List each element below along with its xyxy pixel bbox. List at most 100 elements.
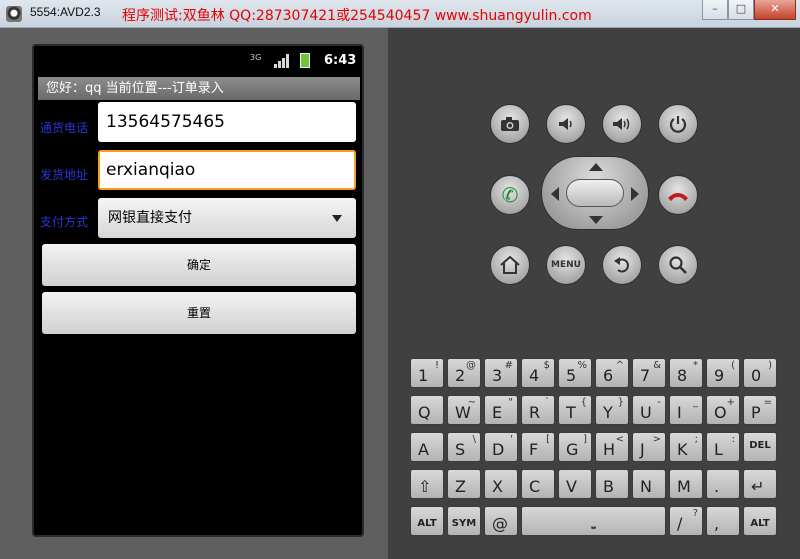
key-label: F	[529, 440, 539, 459]
key-del[interactable]: DEL	[743, 432, 777, 462]
key-w[interactable]: W ~	[447, 395, 481, 425]
end-call-button[interactable]	[658, 175, 698, 215]
key-alt-label: ~	[467, 397, 476, 408]
key-h[interactable]: H <	[595, 432, 629, 462]
maximize-button[interactable]: □	[728, 0, 754, 20]
volume-down-icon	[559, 118, 572, 130]
key-y[interactable]: Y}	[595, 395, 629, 425]
key-sym8629[interactable]: ↵	[743, 469, 777, 499]
key-alt-right[interactable]: ALT	[743, 506, 777, 536]
key-v[interactable]: V	[558, 469, 592, 499]
dpad-right-icon[interactable]	[631, 187, 639, 201]
key-r[interactable]: R `	[521, 395, 555, 425]
key-comma[interactable]: ,	[706, 506, 740, 536]
window-title: 5554:AVD2.3	[30, 5, 101, 19]
dpad-down-icon[interactable]	[589, 216, 603, 224]
key-label: U	[640, 403, 652, 422]
key-label: .	[714, 477, 720, 496]
camera-icon	[501, 117, 519, 131]
key-alt-left[interactable]: ALT	[410, 506, 444, 536]
key-6[interactable]: 6 ^	[595, 358, 629, 388]
home-icon	[500, 255, 520, 274]
dpad-left-icon[interactable]	[551, 187, 559, 201]
back-button[interactable]	[602, 245, 642, 285]
key-sym8679[interactable]: ⇧	[410, 469, 444, 499]
key-z[interactable]: Z	[447, 469, 481, 499]
key-n[interactable]: N	[632, 469, 666, 499]
key-alt-label: "	[508, 397, 513, 408]
key-4[interactable]: 4 $	[521, 358, 555, 388]
key-at[interactable]: @	[484, 506, 518, 536]
key-e[interactable]: E "	[484, 395, 518, 425]
payment-select[interactable]: 网银直接支付	[98, 198, 356, 238]
key-7[interactable]: 7 &	[632, 358, 666, 388]
key-slash[interactable]: /?	[669, 506, 703, 536]
key-label: S	[455, 440, 466, 459]
search-icon	[669, 256, 687, 274]
key-m[interactable]: M	[669, 469, 703, 499]
key-o[interactable]: O +	[706, 395, 740, 425]
key-f[interactable]: F[	[521, 432, 555, 462]
key-label: Z	[455, 477, 466, 496]
power-button[interactable]	[658, 104, 698, 144]
key-label: D	[492, 440, 505, 459]
battery-icon	[300, 53, 310, 68]
key-j[interactable]: J >	[632, 432, 666, 462]
key-0[interactable]: 0)	[743, 358, 777, 388]
key-2[interactable]: 2 @	[447, 358, 481, 388]
key-alt-label: !	[434, 360, 439, 371]
key-label: X	[492, 477, 503, 496]
app-icon	[6, 6, 22, 22]
key-x[interactable]: X	[484, 469, 518, 499]
volume-up-icon	[613, 118, 630, 130]
reset-button[interactable]: 重置	[42, 292, 356, 334]
key-alt-label: #	[504, 360, 513, 371]
phone-input[interactable]: 13564575465	[98, 102, 356, 142]
key-label: 6	[603, 366, 614, 385]
key-9[interactable]: 9(	[706, 358, 740, 388]
key-alt-label: :	[731, 434, 735, 445]
address-input[interactable]: erxianqiao	[98, 150, 356, 190]
key-q[interactable]: Q	[410, 395, 444, 425]
dpad-center-button[interactable]	[566, 179, 624, 207]
key-label: M	[677, 477, 691, 496]
key-c[interactable]: C	[521, 469, 555, 499]
key-8[interactable]: 8 *	[669, 358, 703, 388]
key-sym46[interactable]: .	[706, 469, 740, 499]
search-button[interactable]	[658, 245, 698, 285]
key-label: 1	[418, 366, 429, 385]
key-u[interactable]: U-	[632, 395, 666, 425]
key-l[interactable]: L:	[706, 432, 740, 462]
key-s[interactable]: S \	[447, 432, 481, 462]
menu-button[interactable]: MENU	[546, 245, 586, 285]
key-alt-label: ?	[692, 508, 698, 519]
key-g[interactable]: G]	[558, 432, 592, 462]
key-k[interactable]: K;	[669, 432, 703, 462]
key-alt-label: %	[577, 360, 587, 371]
call-button[interactable]: ✆	[490, 175, 530, 215]
minimize-button[interactable]: –	[702, 0, 728, 20]
volume-up-button[interactable]	[602, 104, 642, 144]
home-button[interactable]	[490, 245, 530, 285]
confirm-button[interactable]: 确定	[42, 244, 356, 286]
key-b[interactable]: B	[595, 469, 629, 499]
key-a[interactable]: A	[410, 432, 444, 462]
key-d[interactable]: D '	[484, 432, 518, 462]
key-label: P	[751, 403, 761, 422]
dpad[interactable]	[541, 156, 649, 230]
key-i[interactable]: I _	[669, 395, 703, 425]
key-5[interactable]: 5%	[558, 358, 592, 388]
key-label: T	[566, 403, 576, 422]
key-p[interactable]: P =	[743, 395, 777, 425]
dpad-up-icon[interactable]	[589, 163, 603, 171]
close-button[interactable]: ✕	[754, 0, 796, 20]
network-type: 3G	[250, 53, 262, 62]
key-space[interactable]: ⎵	[521, 506, 666, 536]
volume-down-button[interactable]	[546, 104, 586, 144]
key-t[interactable]: T{	[558, 395, 592, 425]
key-sym[interactable]: SYM	[447, 506, 481, 536]
key-1[interactable]: 1!	[410, 358, 444, 388]
key-label: DEL	[749, 440, 771, 451]
camera-button[interactable]	[490, 104, 530, 144]
key-3[interactable]: 3 #	[484, 358, 518, 388]
